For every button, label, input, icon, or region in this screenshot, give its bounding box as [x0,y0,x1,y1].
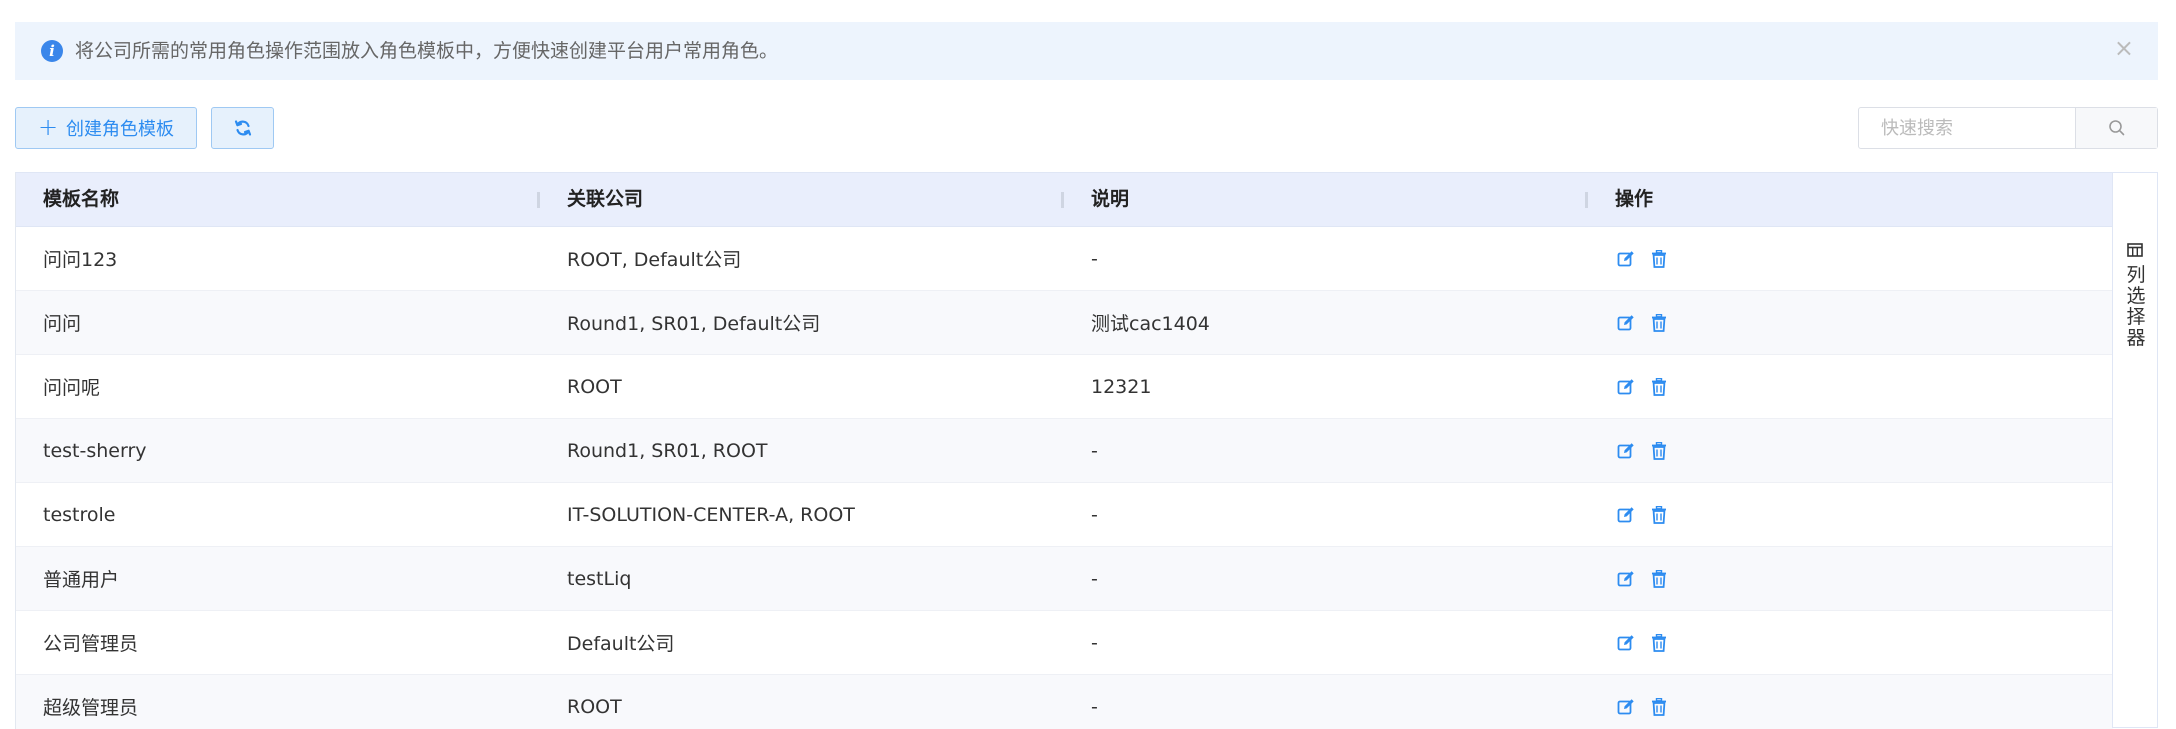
cell-actions [1588,440,2113,462]
column-header-label: 操作 [1615,188,1654,210]
cell-description: - [1091,439,1098,462]
quick-search [1858,107,2158,149]
table-row: 问问 Round1, SR01, Default公司 测试cac1404 [16,291,2113,355]
column-selector-label: 列 选 择 器 [2126,264,2146,349]
cell-company: testLiq [567,567,632,590]
cell-actions [1588,248,2113,270]
cell-template-name: 公司管理员 [43,633,139,655]
cell-actions [1588,376,2113,398]
delete-icon[interactable] [1648,248,1670,270]
table-row: 公司管理员 Default公司 - [16,611,2113,675]
plus-icon: + [37,113,59,141]
column-selector-button[interactable]: 列 选 择 器 [2112,172,2158,728]
column-header-company: 关联公司 [540,173,1064,226]
table-row: 普通用户 testLiq - [16,547,2113,611]
edit-icon[interactable] [1615,504,1637,526]
cell-template-name: 问问呢 [43,377,101,399]
cell-description: - [1091,567,1098,590]
cell-template-name: test-sherry [43,439,147,462]
edit-icon[interactable] [1615,312,1637,334]
cell-company: Round1, SR01, ROOT [567,439,768,462]
delete-icon[interactable] [1648,376,1670,398]
delete-icon[interactable] [1648,440,1670,462]
column-header-label: 关联公司 [567,188,644,210]
table-row: test-sherry Round1, SR01, ROOT - [16,419,2113,483]
refresh-icon [234,120,251,136]
edit-icon[interactable] [1615,696,1637,718]
edit-icon[interactable] [1615,568,1637,590]
cell-actions [1588,504,2113,526]
columns-icon [2127,243,2143,257]
column-header-description: 说明 [1064,173,1588,226]
column-header-actions: 操作 [1588,173,2113,226]
cell-description: - [1091,631,1098,654]
delete-icon[interactable] [1648,568,1670,590]
cell-actions [1588,312,2113,334]
edit-icon[interactable] [1615,632,1637,654]
edit-icon[interactable] [1615,376,1637,398]
delete-icon[interactable] [1648,312,1670,334]
cell-template-name: 问问 [43,313,82,335]
cell-description: 测试cac1404 [1091,313,1210,335]
cell-template-name: 超级管理员 [43,697,139,719]
cell-description: - [1091,247,1098,270]
search-input[interactable] [1859,108,2075,148]
create-role-template-button[interactable]: + 创建角色模板 [15,107,197,149]
cell-company: ROOT [567,695,622,718]
table-row: 超级管理员 ROOT - [16,675,2113,729]
column-header-label: 说明 [1091,188,1130,210]
delete-icon[interactable] [1648,632,1670,654]
cell-template-name: 普通用户 [43,569,120,591]
cell-description: - [1091,503,1098,526]
cell-template-name: testrole [43,503,116,526]
delete-icon[interactable] [1648,696,1670,718]
cell-company: Round1, SR01, Default公司 [567,313,821,335]
cell-company: ROOT, Default公司 [567,249,742,271]
table-row: 问问呢 ROOT 12321 [16,355,2113,419]
table-row: testrole IT-SOLUTION-CENTER-A, ROOT - [16,483,2113,547]
cell-template-name: 问问123 [43,249,118,271]
search-button[interactable] [2075,108,2157,148]
info-icon: i [41,40,63,62]
cell-company: Default公司 [567,633,675,655]
close-icon[interactable]: × [2114,36,2134,60]
create-role-template-label: 创建角色模板 [66,119,175,140]
role-template-table: 模板名称 关联公司 说明 操作 问问123 ROOT, Default公司 - 问问 R… [15,172,2113,729]
cell-actions [1588,632,2113,654]
cell-company: ROOT [567,375,622,398]
cell-company: IT-SOLUTION-CENTER-A, ROOT [567,503,855,526]
search-icon [2108,120,2124,136]
column-header-template-name: 模板名称 [16,173,540,226]
delete-icon[interactable] [1648,504,1670,526]
table-row: 问问123 ROOT, Default公司 - [16,227,2113,291]
edit-icon[interactable] [1615,440,1637,462]
refresh-button[interactable] [211,107,274,149]
table-body: 问问123 ROOT, Default公司 - 问问 Round1, SR01, Def… [16,227,2113,729]
column-header-label: 模板名称 [43,188,120,210]
cell-description: 12321 [1091,375,1152,398]
cell-description: - [1091,695,1098,718]
table-header: 模板名称 关联公司 说明 操作 [16,173,2113,227]
info-alert: i 将公司所需的常用角色操作范围放入角色模板中，方便快速创建平台用户常用角色。 … [15,22,2158,80]
edit-icon[interactable] [1615,248,1637,270]
cell-actions [1588,568,2113,590]
alert-message: 将公司所需的常用角色操作范围放入角色模板中，方便快速创建平台用户常用角色。 [75,40,779,62]
cell-actions [1588,696,2113,718]
